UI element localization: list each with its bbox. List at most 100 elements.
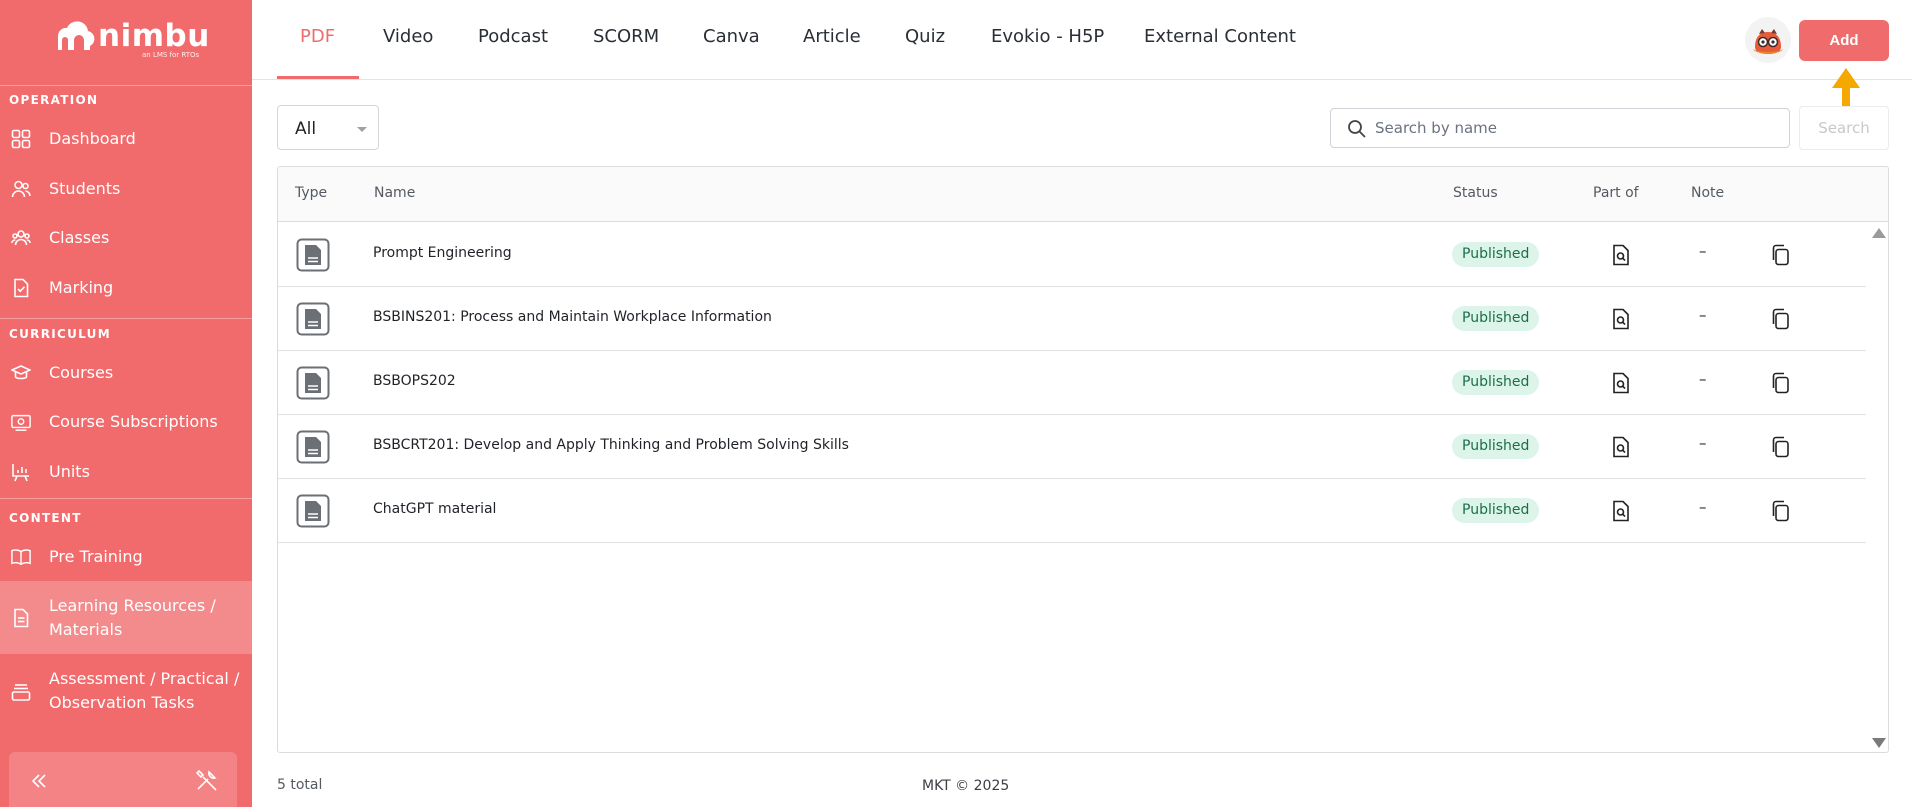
table-header: Type Name Status Part of Note [278, 167, 1888, 222]
scroll-down-arrow[interactable] [1872, 738, 1886, 748]
sidebar-item-label-line2: Observation Tasks [49, 693, 195, 712]
sidebar-item-label: Students [49, 179, 121, 198]
sidebar-item-label: Marking [49, 278, 114, 297]
sidebar-item-courses[interactable]: Courses [0, 358, 252, 388]
sidebar-item-label-line1: Assessment / Practical / [49, 669, 240, 688]
grid-icon [11, 129, 31, 149]
tab-video[interactable]: Video [383, 26, 433, 47]
search-field[interactable] [1330, 108, 1790, 148]
graduation-cap-icon [11, 363, 31, 383]
sidebar-footer [9, 752, 237, 807]
document-search-icon[interactable] [1610, 500, 1632, 522]
section-divider [0, 498, 252, 499]
pdf-file-icon [296, 302, 330, 336]
sidebar-item-label: Dashboard [49, 129, 136, 148]
column-header-name[interactable]: Name [374, 185, 415, 201]
sidebar-item-classes[interactable]: Classes [0, 223, 252, 253]
total-count: 5 total [277, 777, 323, 793]
resource-name[interactable]: Prompt Engineering [373, 245, 512, 261]
sidebar-item-label: Classes [49, 228, 110, 247]
sidebar-item-learning-resources[interactable]: Learning Resources / Materials [0, 581, 252, 654]
pdf-file-icon [296, 366, 330, 400]
chart-board-icon [11, 462, 31, 482]
sidebar-item-label-line1: Learning Resources / [49, 596, 216, 615]
column-header-part-of: Part of [1593, 185, 1639, 201]
tools-icon[interactable] [195, 768, 219, 792]
tray-icon [11, 682, 31, 702]
table-row[interactable]: BSBOPS202 Published – [278, 351, 1866, 415]
copy-icon[interactable] [1770, 500, 1792, 522]
tab-bar: PDF Video Podcast SCORM Canva Article Qu… [252, 0, 1912, 80]
sidebar-item-label: Units [49, 462, 90, 481]
table-row[interactable]: ChatGPT material Published – [278, 479, 1866, 543]
copy-icon[interactable] [1770, 308, 1792, 330]
sidebar-item-course-subscriptions[interactable]: Course Subscriptions [0, 407, 252, 437]
tab-quiz[interactable]: Quiz [905, 26, 945, 47]
resource-name[interactable]: ChatGPT material [373, 501, 496, 517]
sidebar-item-pre-training[interactable]: Pre Training [0, 542, 252, 572]
pdf-file-icon [296, 430, 330, 464]
tab-evokio-h5p[interactable]: Evokio - H5P [991, 26, 1104, 47]
scroll-up-arrow[interactable] [1872, 228, 1886, 238]
tab-pdf[interactable]: PDF [300, 26, 335, 47]
sidebar-item-marking[interactable]: Marking [0, 273, 252, 303]
sidebar: nimbu an LMS for RTOs OPERATION Dashboar… [0, 0, 252, 807]
section-label-content: CONTENT [9, 511, 82, 525]
nimbu-logo[interactable]: nimbu an LMS for RTOs [52, 18, 209, 62]
footer-copyright: MKT © 2025 [922, 778, 1010, 794]
document-search-icon[interactable] [1610, 244, 1632, 266]
note-value: – [1699, 242, 1707, 260]
group-icon [11, 228, 31, 248]
avatar[interactable] [1745, 17, 1791, 63]
note-value: – [1699, 306, 1707, 324]
caret-down-icon [357, 127, 367, 132]
column-header-note: Note [1691, 185, 1725, 201]
sidebar-item-assessment-tasks[interactable]: Assessment / Practical / Observation Tas… [0, 659, 252, 725]
resource-name[interactable]: BSBOPS202 [373, 373, 456, 389]
copy-icon[interactable] [1770, 244, 1792, 266]
table-row[interactable]: BSBINS201: Process and Maintain Workplac… [278, 287, 1866, 351]
document-search-icon[interactable] [1610, 308, 1632, 330]
resources-table: Type Name Status Part of Note Prompt Eng… [277, 166, 1889, 753]
section-label-operation: OPERATION [9, 93, 99, 107]
copy-icon[interactable] [1770, 436, 1792, 458]
brand-name: nimbu [98, 18, 210, 54]
sidebar-item-students[interactable]: Students [0, 174, 252, 204]
document-search-icon[interactable] [1610, 436, 1632, 458]
column-header-status[interactable]: Status [1453, 185, 1498, 201]
search-button[interactable]: Search [1799, 106, 1889, 150]
subscription-icon [11, 412, 31, 432]
add-button[interactable]: Add [1799, 20, 1889, 61]
tab-scorm[interactable]: SCORM [593, 26, 659, 47]
book-icon [11, 547, 31, 567]
section-divider [0, 318, 252, 319]
sidebar-item-dashboard[interactable]: Dashboard [0, 124, 252, 154]
resource-name[interactable]: BSBCRT201: Develop and Apply Thinking an… [373, 437, 849, 453]
section-label-curriculum: CURRICULUM [9, 327, 111, 341]
cloud-logo-icon [57, 21, 95, 50]
tab-external-content[interactable]: External Content [1144, 26, 1296, 47]
resource-name[interactable]: BSBINS201: Process and Maintain Workplac… [373, 309, 772, 325]
active-tab-indicator [277, 76, 359, 79]
sidebar-item-units[interactable]: Units [0, 457, 252, 487]
tab-article[interactable]: Article [803, 26, 861, 47]
status-badge: Published [1452, 434, 1540, 459]
table-row[interactable]: BSBCRT201: Develop and Apply Thinking an… [278, 415, 1866, 479]
copy-icon[interactable] [1770, 372, 1792, 394]
document-search-icon[interactable] [1610, 372, 1632, 394]
search-input[interactable] [1375, 109, 1775, 147]
filter-select[interactable]: All [277, 105, 379, 150]
document-icon [11, 608, 31, 628]
users-icon [11, 179, 31, 199]
tab-canva[interactable]: Canva [703, 26, 760, 47]
owl-avatar-icon [1753, 29, 1783, 54]
sidebar-item-label-line2: Materials [49, 620, 123, 639]
status-badge: Published [1452, 306, 1540, 331]
table-row[interactable]: Prompt Engineering Published – [278, 223, 1866, 287]
filter-select-value: All [295, 119, 317, 139]
check-doc-icon [11, 278, 31, 298]
sidebar-item-label: Courses [49, 363, 114, 382]
tab-podcast[interactable]: Podcast [478, 26, 548, 47]
chevrons-left-icon[interactable] [27, 769, 51, 793]
sidebar-item-label: Pre Training [49, 547, 143, 566]
